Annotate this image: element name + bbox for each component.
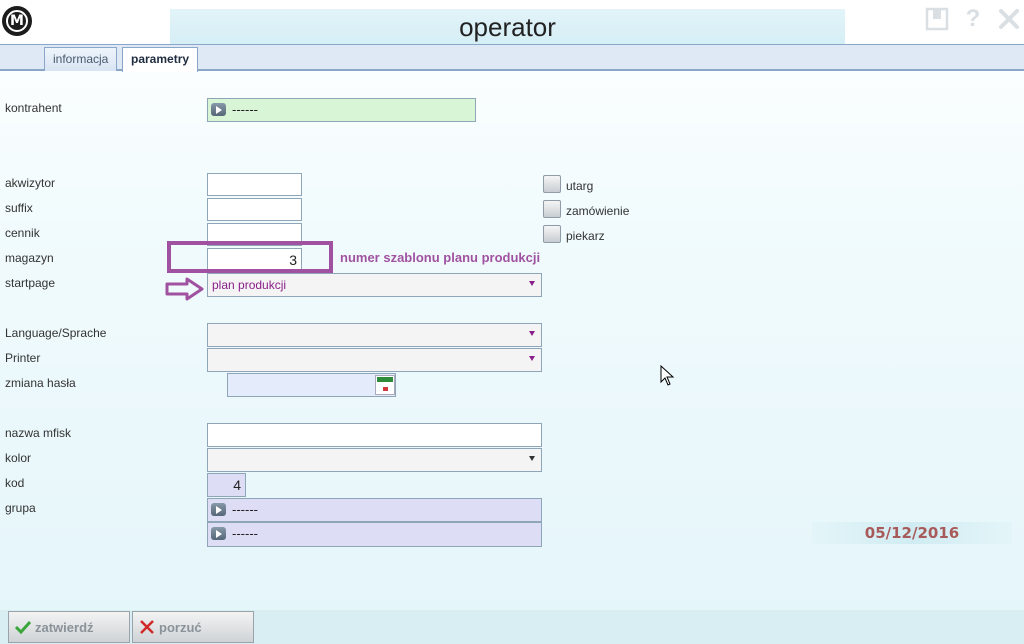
annotation-highlight-box: [167, 241, 333, 273]
lookup-arrow-icon[interactable]: [211, 527, 226, 540]
window-title: operator: [459, 12, 556, 42]
app-logo[interactable]: M: [2, 6, 32, 36]
kontrahent-label: kontrahent: [5, 101, 62, 115]
grupa-value: ------: [232, 502, 258, 517]
kolor-label: kolor: [5, 451, 32, 465]
language-label: Language/Sprache: [5, 326, 107, 340]
confirm-label: zatwierdź: [35, 619, 94, 635]
piekarz-label: piekarz: [566, 229, 605, 243]
zmiana-hasla-field[interactable]: [227, 373, 396, 397]
grupa-value-2: ------: [232, 526, 258, 541]
window-title-box: operator: [170, 9, 845, 44]
calendar-icon[interactable]: [375, 375, 395, 395]
piekarz-checkbox[interactable]: [543, 225, 561, 243]
chevron-down-icon: [529, 456, 535, 461]
nazwa-mfisk-input[interactable]: [207, 423, 542, 447]
check-icon: [15, 620, 31, 634]
zamowienie-label: zamówienie: [566, 204, 630, 218]
chevron-down-icon: [529, 331, 535, 336]
printer-label: Printer: [5, 351, 41, 365]
title-bar: M operator ?: [0, 0, 1024, 44]
suffix-label: suffix: [5, 201, 33, 215]
kontrahent-value: ------: [232, 102, 258, 117]
cancel-label: porzuć: [159, 619, 202, 635]
annotation-arrow-icon: [165, 277, 204, 301]
kontrahent-field[interactable]: ------: [207, 98, 476, 122]
startpage-select[interactable]: plan produkcji: [207, 273, 542, 297]
help-icon[interactable]: ?: [960, 5, 986, 32]
kod-value: 4: [233, 477, 241, 493]
mouse-cursor-icon: [660, 365, 675, 386]
lookup-arrow-icon[interactable]: [211, 503, 226, 516]
chevron-down-icon: [529, 281, 535, 286]
book-icon[interactable]: [924, 6, 950, 32]
akwizytor-label: akwizytor: [5, 176, 56, 190]
zamowienie-checkbox[interactable]: [543, 200, 561, 218]
grupa-field[interactable]: ------: [207, 498, 542, 522]
language-select[interactable]: [207, 323, 542, 347]
startpage-value: plan produkcji: [212, 278, 287, 292]
akwizytor-input[interactable]: [207, 173, 302, 196]
zmiana-hasla-label: zmiana hasła: [5, 376, 76, 390]
grupa-field-2[interactable]: ------: [207, 522, 542, 547]
grupa-label: grupa: [5, 501, 36, 515]
window-controls: ?: [924, 5, 1022, 32]
annotation-text: numer szablonu planu produkcji: [340, 250, 541, 265]
cancel-button[interactable]: porzuć: [132, 611, 254, 643]
printer-select[interactable]: [207, 348, 542, 372]
cross-icon: [140, 620, 154, 634]
lookup-arrow-icon[interactable]: [211, 103, 226, 116]
kod-field: 4: [207, 473, 246, 497]
close-icon[interactable]: [996, 6, 1022, 32]
current-date: 05/12/2016: [812, 522, 1012, 544]
tab-parametry[interactable]: parametry: [122, 47, 199, 72]
startpage-label: startpage: [5, 276, 56, 290]
kolor-select[interactable]: [207, 448, 542, 472]
suffix-input[interactable]: [207, 198, 302, 221]
nazwa-mfisk-label: nazwa mfisk: [5, 426, 72, 440]
utarg-label: utarg: [566, 179, 594, 193]
logo-letter: M: [10, 13, 24, 29]
kod-label: kod: [5, 476, 25, 490]
chevron-down-icon: [529, 356, 535, 361]
utarg-checkbox[interactable]: [543, 175, 561, 193]
cennik-label: cennik: [5, 226, 40, 240]
magazyn-label: magazyn: [5, 251, 54, 265]
tab-informacja[interactable]: informacja: [44, 47, 118, 71]
confirm-button[interactable]: zatwierdź: [8, 611, 130, 643]
tab-bar: informacja parametry: [0, 44, 1024, 72]
